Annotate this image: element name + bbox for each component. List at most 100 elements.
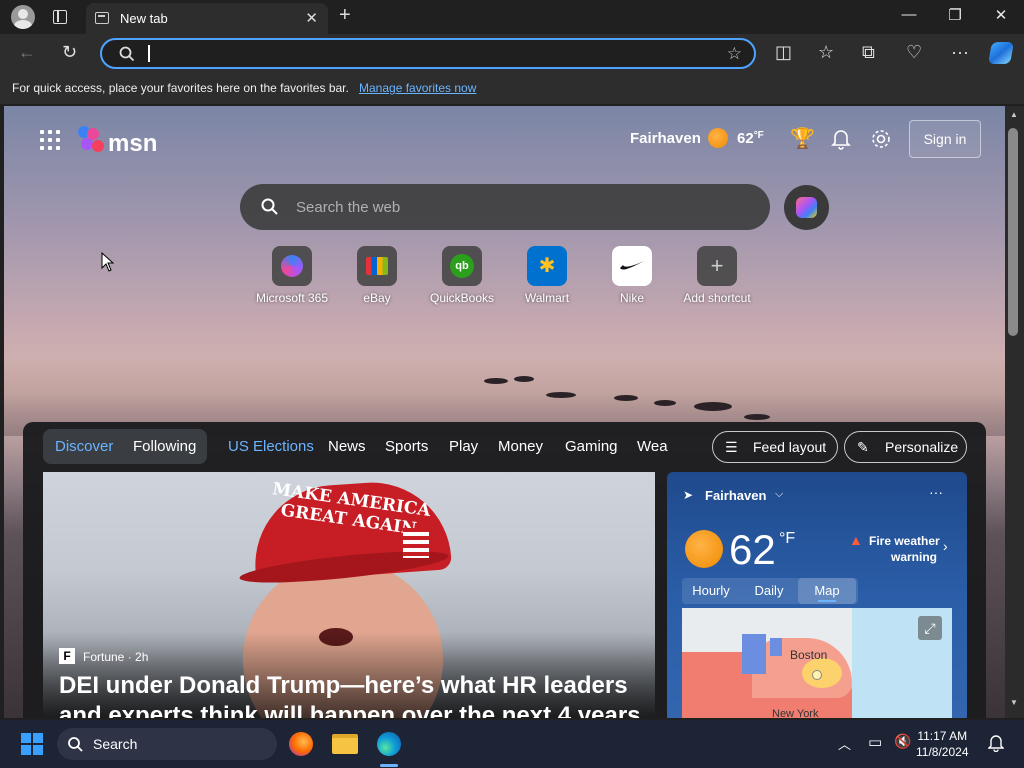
- scroll-up-arrow-icon[interactable]: ▲: [1010, 110, 1018, 119]
- show-hidden-icons-chevron-icon[interactable]: ︿: [838, 734, 851, 753]
- background-rock: [484, 378, 508, 384]
- background-rock: [694, 402, 732, 411]
- sign-in-button[interactable]: Sign in: [909, 120, 981, 158]
- notifications-bell-icon[interactable]: [831, 128, 851, 150]
- refresh-icon[interactable]: ↻: [62, 42, 77, 63]
- close-window-button[interactable]: ✕: [978, 6, 1024, 24]
- search-icon: [261, 198, 278, 215]
- tab-following[interactable]: Following: [133, 438, 196, 455]
- msn-logo-icon[interactable]: [76, 124, 110, 156]
- browser-toolbar: ← ↻ ☆ ◫ ☆ ⧉ ♡ ···: [0, 34, 1024, 74]
- shortcut-label: Add shortcut: [683, 291, 751, 305]
- taskbar-search-label: Search: [93, 736, 138, 752]
- restore-button[interactable]: ❐: [932, 6, 978, 24]
- search-icon: [68, 737, 83, 752]
- ebay-icon: [357, 246, 397, 286]
- file-explorer-icon[interactable]: [332, 734, 358, 754]
- active-tab-indicator: [818, 600, 836, 602]
- tab-money[interactable]: Money: [498, 438, 543, 455]
- article-headline-continued[interactable]: and experts think will happen over the n…: [59, 702, 641, 718]
- feed-layout-label: Feed layout: [753, 439, 827, 455]
- tab-discover[interactable]: Discover: [55, 438, 113, 455]
- chevron-right-icon[interactable]: ›: [943, 538, 948, 554]
- tab-play[interactable]: Play: [449, 438, 478, 455]
- apps-launcher-icon[interactable]: [40, 130, 60, 150]
- tab-new-tab[interactable]: New tab ✕: [86, 3, 328, 34]
- search-icon: [119, 46, 135, 62]
- favorites-bar: For quick access, place your favorites h…: [0, 74, 1024, 104]
- map-city-label: Boston: [790, 648, 828, 662]
- source-logo-icon: F: [59, 648, 75, 664]
- plus-icon: +: [697, 246, 737, 286]
- header-temperature[interactable]: 62°F: [737, 130, 764, 147]
- weather-temperature: 62: [729, 526, 776, 573]
- personalize-button[interactable]: ✎ Personalize: [844, 431, 967, 463]
- tab-gaming[interactable]: Gaming: [565, 438, 618, 455]
- close-tab-icon[interactable]: ✕: [305, 9, 318, 27]
- tab-weather[interactable]: Wea: [637, 438, 668, 455]
- favorite-star-icon[interactable]: ☆: [727, 44, 742, 64]
- chevron-down-icon[interactable]: ⌵: [775, 488, 783, 501]
- scroll-down-arrow-icon[interactable]: ▼: [1010, 698, 1018, 707]
- new-tab-button[interactable]: +: [339, 4, 351, 27]
- feed-layout-button[interactable]: ☰ Feed layout: [712, 431, 838, 463]
- msn-logo-text[interactable]: msn: [108, 130, 157, 158]
- manage-favorites-link[interactable]: Manage favorites now: [359, 81, 476, 95]
- display-icon[interactable]: ▭: [868, 733, 882, 751]
- background-rock: [654, 400, 676, 406]
- new-tab-favicon-icon: [95, 12, 109, 24]
- fire-warning-icon: ▲: [849, 532, 863, 548]
- clock-date: 11/8/2024: [916, 745, 969, 759]
- browser-essentials-icon[interactable]: ♡: [906, 42, 922, 63]
- minimize-button[interactable]: —: [886, 6, 932, 23]
- article-source: Fortune · 2h: [83, 650, 149, 664]
- tab-news[interactable]: News: [328, 438, 366, 455]
- more-options-icon[interactable]: ···: [951, 42, 969, 63]
- favorites-message: For quick access, place your favorites h…: [12, 81, 349, 95]
- alert-line2[interactable]: warning: [891, 550, 937, 564]
- clock-time: 11:17 AM: [917, 729, 968, 743]
- tab-daily[interactable]: Daily: [740, 578, 798, 604]
- scrollbar-thumb[interactable]: [1008, 128, 1018, 336]
- map-city-label-2: New York: [772, 708, 819, 718]
- address-bar[interactable]: ☆: [100, 38, 756, 69]
- notification-bell-icon[interactable]: [988, 734, 1004, 752]
- tab-hourly[interactable]: Hourly: [682, 578, 740, 604]
- background-rock: [614, 395, 638, 401]
- web-search-box[interactable]: Search the web: [240, 184, 770, 230]
- collections-icon[interactable]: ⧉: [862, 42, 875, 63]
- alert-line1[interactable]: Fire weather: [869, 534, 940, 548]
- tab-sports[interactable]: Sports: [385, 438, 428, 455]
- edge-browser-icon[interactable]: [377, 732, 401, 756]
- sparkle-pen-icon: ✎: [857, 439, 869, 455]
- article-headline[interactable]: DEI under Donald Trump—here’s what HR le…: [59, 672, 628, 700]
- more-options-icon[interactable]: ···: [929, 484, 943, 500]
- microsoft365-icon: [272, 246, 312, 286]
- taskbar-search[interactable]: Search: [57, 728, 277, 760]
- rewards-trophy-icon[interactable]: 🏆: [790, 126, 815, 151]
- background-rock: [546, 392, 576, 398]
- copilot-icon[interactable]: [988, 42, 1014, 64]
- tab-actions-icon[interactable]: [53, 10, 67, 24]
- weather-map[interactable]: Boston New York ⤢: [682, 608, 952, 718]
- windows-start-icon[interactable]: [21, 733, 43, 755]
- weather-card[interactable]: ➤ Fairhaven ⌵ ··· 62 °F ▲ Fire weather w…: [667, 472, 967, 718]
- profile-avatar[interactable]: [11, 5, 35, 29]
- weather-location[interactable]: Fairhaven: [705, 488, 766, 503]
- feed-view-toggle: Discover Following: [43, 429, 207, 464]
- system-clock[interactable]: 11:17 AM 11/8/2024: [916, 728, 969, 760]
- back-arrow-icon[interactable]: ←: [18, 42, 36, 63]
- shortcut-add[interactable]: + Add shortcut: [667, 246, 767, 305]
- news-article-card[interactable]: MAKE AMERICA GREAT AGAIN F Fortune · 2h D…: [43, 472, 655, 718]
- expand-map-icon[interactable]: ⤢: [918, 616, 942, 640]
- search-placeholder: Search the web: [296, 199, 401, 216]
- header-location[interactable]: Fairhaven: [630, 130, 701, 147]
- settings-gear-icon[interactable]: [870, 128, 892, 150]
- copilot-button[interactable]: [784, 185, 829, 230]
- tab-us-elections[interactable]: US Elections: [228, 438, 314, 455]
- volume-muted-icon[interactable]: 🔇: [894, 733, 911, 750]
- mouse-cursor-icon: [101, 252, 115, 272]
- favorites-icon[interactable]: ☆: [818, 42, 834, 63]
- firefox-icon[interactable]: [289, 732, 313, 756]
- split-screen-icon[interactable]: ◫: [775, 42, 792, 63]
